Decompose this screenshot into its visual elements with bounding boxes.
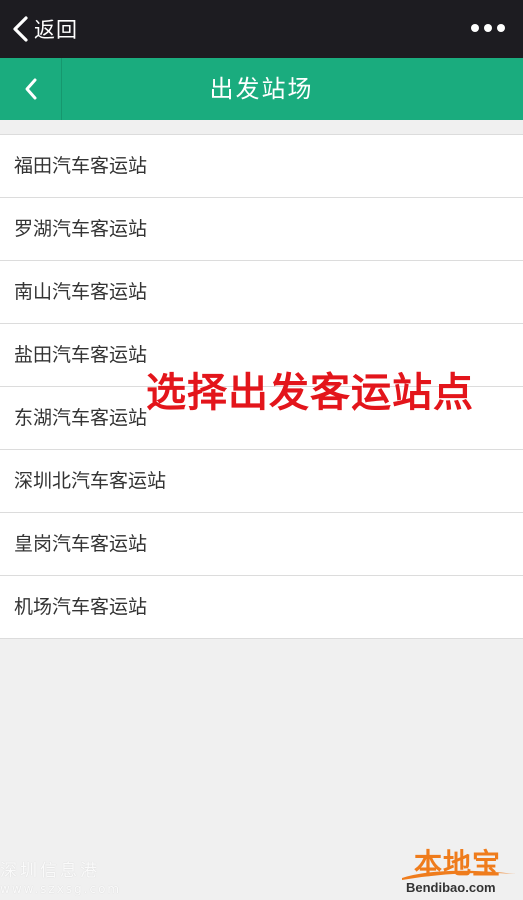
chevron-left-icon — [13, 16, 28, 42]
station-item-huanggang[interactable]: 皇岗汽车客运站 — [0, 513, 523, 576]
back-button[interactable]: 返回 — [12, 12, 78, 46]
station-item-luohu[interactable]: 罗湖汽车客运站 — [0, 198, 523, 261]
watermark-left-text: 深圳信息港 — [0, 861, 100, 881]
station-item-shenzhenbei[interactable]: 深圳北汽车客运站 — [0, 450, 523, 513]
station-item-airport[interactable]: 机场汽车客运站 — [0, 576, 523, 639]
bendibao-logo: 本地宝 Bendibao.com — [400, 842, 520, 898]
dot-icon — [497, 24, 505, 32]
dot-icon — [471, 24, 479, 32]
page-title: 出发站场 — [209, 75, 314, 103]
station-item-futian[interactable]: 福田汽车客运站 — [0, 135, 523, 198]
wechat-top-bar: 返回 — [0, 0, 523, 58]
more-options-button[interactable] — [471, 18, 505, 38]
station-item-nanshan[interactable]: 南山汽车客运站 — [0, 261, 523, 324]
watermark-left: 深圳信息港 www.szxsg.com — [0, 862, 160, 898]
logo-url: Bendibao.com — [406, 880, 496, 895]
annotation-text: 选择出发客运站点 — [146, 370, 474, 416]
chevron-left-icon — [25, 78, 36, 100]
watermark-left-url: www.szxsg.com — [0, 882, 122, 896]
page-header: 出发站场 — [0, 58, 523, 120]
header-back-button[interactable] — [0, 58, 62, 120]
back-label: 返回 — [34, 18, 78, 42]
dot-icon — [484, 24, 492, 32]
